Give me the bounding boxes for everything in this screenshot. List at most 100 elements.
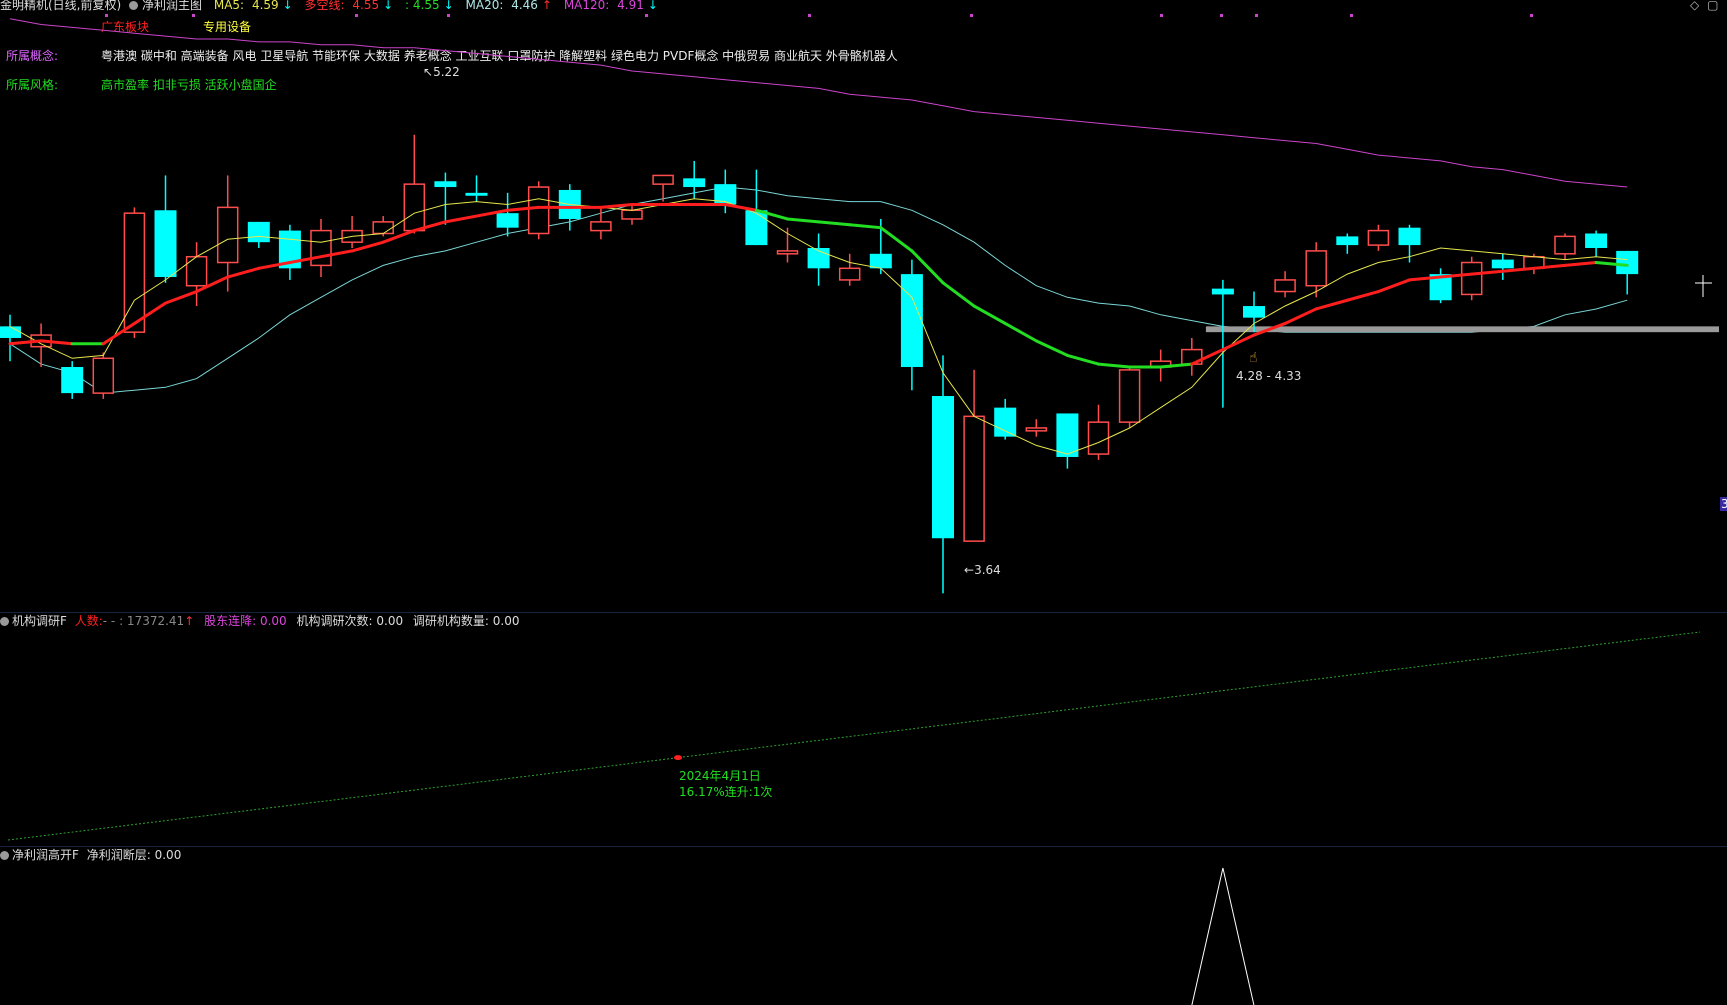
candle-body-36 [1118,369,1141,423]
candle-body-8 [247,221,270,243]
panel2-p4: 调研机构数量: 0.00 [412,614,520,628]
candle-body-3 [92,357,115,394]
candle-body-47 [1460,261,1483,296]
candle-body-12 [372,221,394,235]
duo-segment-35 [1097,362,1132,369]
duo-segment-19 [599,202,634,209]
duo-segment-27 [848,223,883,230]
candle-body-27 [838,267,861,281]
candle-body-10 [310,229,332,267]
duo-segment-41 [1283,307,1318,325]
candle-body-31 [963,415,985,542]
panel3-p1: 净利润断层: 0.00 [86,848,182,862]
candle-body-48 [1491,259,1514,269]
panel-divider-1[interactable] [0,612,1727,613]
candle-body-30 [932,396,954,539]
candle-body-4 [123,212,146,333]
candle-body-2 [61,367,84,394]
candle-body-7 [216,206,239,264]
ma120-line [9,18,1628,188]
duo-segment-5 [164,290,199,305]
candle-body-51 [1585,233,1608,248]
panel2-p3: 机构调研次数: 0.00 [296,614,404,628]
candle-body-19 [590,221,612,232]
marker-dot-1 [192,14,195,17]
marker-dot-2 [355,14,358,17]
panel3-name[interactable]: 净利润高开F [12,848,79,862]
panel2-event-dot [674,755,682,761]
zone-band [1205,326,1719,333]
candle-body-29 [900,274,923,367]
marker-dot-8 [1220,14,1223,17]
candle-body-21 [652,174,674,185]
duo-segment-25 [786,217,821,224]
candle-body-34 [1056,413,1079,457]
duo-segment-30 [941,281,976,308]
candle-body-17 [527,186,550,235]
candle-body-16 [496,213,519,228]
panel3-spike [1191,867,1255,1005]
candle-body-28 [869,253,892,269]
marker-dot-3 [447,14,450,17]
high-label: ↖5.22 [423,65,460,79]
candle-body-24 [745,210,768,246]
candle-body-22 [683,178,706,188]
chevron-down-icon[interactable] [0,617,9,626]
candle-body-45 [1398,227,1421,246]
duo-segment-3 [101,321,136,346]
candle-body-43 [1336,236,1359,246]
candle-body-33 [1025,427,1048,432]
duo-segment-48 [1501,266,1536,273]
panel3-header: 净利润高开F 净利润断层: 0.00 [0,848,181,862]
candle-body-39 [1211,288,1234,295]
marker-dot-5 [808,14,811,17]
marker-dot-11 [1530,14,1533,17]
duo-segment-44 [1376,278,1411,294]
candle-body-41 [1274,279,1296,293]
candle-body-15 [465,192,488,196]
duo-segment-26 [817,220,852,227]
candle-body-52 [1616,250,1639,275]
event-text: 16.17%连升:1次 [679,785,773,799]
duo-segment-7 [226,266,261,279]
panel2-p1: 人数:- - : 17372.41↑ [74,614,195,628]
hand-cursor-icon: ☝ [1249,350,1258,366]
marker-dot-0 [105,14,108,17]
duo-segment-31 [972,304,1007,325]
duo-segment-28 [879,226,914,253]
panel2-name[interactable]: 机构调研F [12,614,67,628]
duo-segment-43 [1345,290,1380,302]
candle-body-0 [0,326,21,338]
duo-segment-34 [1065,353,1100,366]
duo-segment-32 [1003,321,1038,343]
edge-marker: 3 [1720,497,1727,511]
duo-segment-39 [1221,333,1256,352]
candle-body-44 [1367,229,1390,246]
duo-segment-33 [1034,339,1069,357]
panel-divider-2[interactable] [0,846,1727,847]
candle-body-20 [621,209,643,220]
candle-body-13 [403,183,426,232]
candle-body-6 [185,255,208,287]
candle-body-5 [154,210,177,278]
candle-body-35 [1087,421,1110,455]
candle-body-50 [1554,235,1576,255]
panel2-trend-line [7,631,1701,841]
candle-body-32 [994,407,1017,437]
duo-segment-11 [350,240,385,253]
candle-body-40 [1243,306,1265,318]
kline-chart[interactable] [0,0,1727,1005]
duo-segment-23 [723,202,758,212]
low-label: ←3.64 [964,563,1001,577]
chevron-down-icon[interactable] [0,851,9,860]
marker-dot-9 [1255,14,1258,17]
candle-body-42 [1305,250,1327,287]
duo-segment-42 [1314,298,1349,311]
duo-segment-50 [1563,261,1598,267]
candle-body-14 [434,181,457,188]
marker-dot-4 [645,14,648,17]
marker-dot-10 [1350,14,1353,17]
candle-body-25 [776,250,799,255]
range-label: 4.28 - 4.33 [1236,369,1302,383]
marker-dot-7 [1160,14,1163,17]
